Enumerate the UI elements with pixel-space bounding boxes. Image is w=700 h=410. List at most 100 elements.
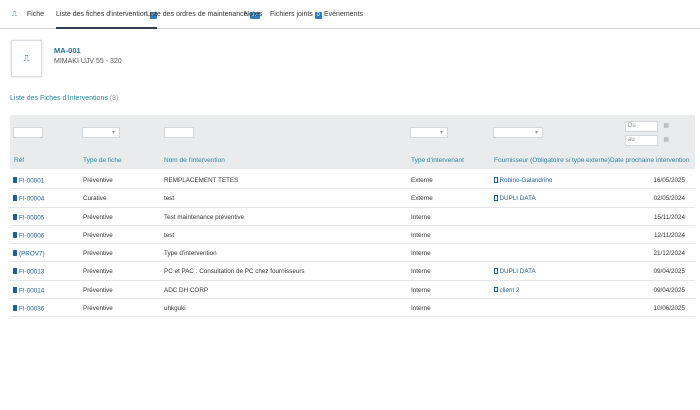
company-icon [494,177,498,183]
type-filter-select[interactable] [82,127,120,138]
intervenant-cell: Interne [411,250,431,258]
tab-label: Fiche [26,11,44,18]
supplier-text: DUPLI DATA [499,195,536,203]
date-to-placeholder: au [628,137,635,143]
document-icon [13,213,17,220]
date-cell: 09/04/2025 [653,286,685,294]
list-count: (8) [109,95,119,102]
date-from-placeholder: Du [628,123,636,129]
table-row: FI-00004 Curative test Externe DUPLI DAT… [10,189,695,208]
table-row: FI-00001 Préventive REMPLACEMENT TETES E… [10,171,695,190]
calendar-icon[interactable]: ▦ [663,136,669,145]
ref-text: FI-00013 [19,268,45,276]
ref-text: FI-00004 [19,195,45,203]
intervenant-cell: Interne [411,268,431,276]
ref-link[interactable]: FI-00013 [13,268,44,276]
table-row: FI-00036 Préventive uhkguki Interne 10/0… [10,299,695,318]
document-icon [13,177,17,183]
tab-label: Notes [244,11,263,18]
count-badge: 0 [314,11,322,19]
name-cell: REMPLACEMENT TETES [164,177,239,184]
tab-bar: ⎍ Fiche Liste des fiches d'intervention 8… [0,0,700,29]
table-row: FI-00013 Préventive PC et PAC : Consulta… [10,262,695,281]
tab-fiche[interactable]: ⎍ Fiche [12,11,44,29]
supplier-text: DUPLI DATA [499,268,536,276]
tab-evenements[interactable]: Evénements [324,11,363,29]
list-title-text: Liste des Fiches d'Interventions [10,95,108,102]
supplier-link[interactable]: DUPLI DATA [494,195,536,202]
document-icon [13,195,17,202]
type-cell: Préventive [83,286,113,294]
supplier-link[interactable]: DUPLI DATA [494,268,536,275]
date-cell: 10/06/2025 [653,305,685,313]
ref-link[interactable]: FI-00036 [13,305,44,313]
col-supplier[interactable]: Fournisseur (Obligatoire si type externe… [494,157,610,164]
ref-text: FI-00014 [19,287,45,295]
ref-link[interactable]: FI-00014 [13,286,45,295]
name-filter-input[interactable] [164,127,194,138]
col-intervenant[interactable]: Type d'intervenant [411,157,464,164]
intervenant-filter-select[interactable] [410,127,448,138]
col-date[interactable]: Date prochaine intervention [610,157,690,164]
table-row: FI-00005 Préventive Test maintenance pré… [10,208,695,226]
table-row: (PROV7) Préventive Type d'intervention I… [10,244,695,263]
type-cell: Curative [83,195,107,203]
document-icon [13,268,17,275]
date-cell: 21/12/2024 [653,250,685,258]
equipment-code: MA-001 [54,46,81,55]
name-cell: test [164,195,175,203]
tab-label: Liste des ordres de maintenance [146,11,248,18]
supplier-link[interactable]: client 2 [494,286,520,294]
col-name[interactable]: Nom de l'intervention [164,157,225,164]
document-icon [13,250,17,257]
intervenant-cell: Interne [411,305,431,313]
date-cell: 09/04/2025 [653,268,685,276]
date-from-input[interactable]: Du ▦ [625,121,669,132]
supplier-link[interactable]: Robino-Galandrino [494,177,552,184]
name-cell: uhkguki [164,305,186,313]
ref-link[interactable]: FI-00006 [13,231,45,240]
table-body: FI-00001 Préventive REMPLACEMENT TETES E… [10,171,695,318]
list-title: Liste des Fiches d'Interventions (8) [10,95,118,102]
ref-link[interactable]: FI-00001 [13,177,44,185]
ref-text: FI-00005 [19,214,45,222]
intervenant-cell: Externe [411,177,433,184]
document-icon [13,305,17,312]
supplier-filter-select[interactable] [493,127,543,138]
type-cell: Préventive [83,213,113,221]
table-header: Réf Type de fiche Nom de l'intervention … [10,153,695,169]
name-cell: PC et PAC : Consultation de PC chez four… [164,268,305,276]
tab-fiches-intervention[interactable]: Liste des fiches d'intervention 8 [56,11,157,29]
company-icon [494,268,498,274]
table-row: FI-00014 Préventive ADC DH CORP Interne … [10,281,695,300]
supplier-text: client 2 [499,286,520,294]
type-cell: Préventive [83,305,113,313]
ref-text: FI-00036 [19,305,45,313]
tab-label: Liste des fiches d'intervention [56,11,148,18]
ref-text: FI-00006 [19,232,45,240]
type-cell: Préventive [83,250,113,258]
calendar-icon[interactable]: ▦ [663,122,669,131]
machine-icon: ⎍ [12,11,17,18]
tab-notes[interactable]: Notes [244,11,262,29]
intervenant-cell: Interne [411,231,431,239]
date-cell: 16/05/2025 [653,177,685,184]
col-type[interactable]: Type de fiche [83,157,122,164]
date-to-input[interactable]: au ▦ [625,135,669,146]
company-icon [494,286,498,293]
ref-filter-input[interactable] [13,127,43,138]
tab-ordres-maintenance[interactable]: Liste des ordres de maintenance 12 [146,11,260,29]
ref-link[interactable]: FI-00004 [13,195,44,203]
document-icon [13,286,17,293]
date-cell: 02/05/2024 [653,195,685,203]
ref-link[interactable]: (PROV7) [13,250,45,258]
tab-fichiers-joints[interactable]: Fichiers joints 0 [270,11,322,29]
date-cell: 15/11/2024 [653,213,685,221]
ref-link[interactable]: FI-00005 [13,213,45,222]
table-row: FI-00006 Préventive test Interne 12/11/2… [10,226,695,245]
type-cell: Préventive [83,268,113,276]
ref-text: FI-00001 [19,177,45,185]
col-ref[interactable]: Réf [14,157,24,164]
intervenant-cell: Interne [411,286,431,294]
date-cell: 12/11/2024 [653,231,685,239]
